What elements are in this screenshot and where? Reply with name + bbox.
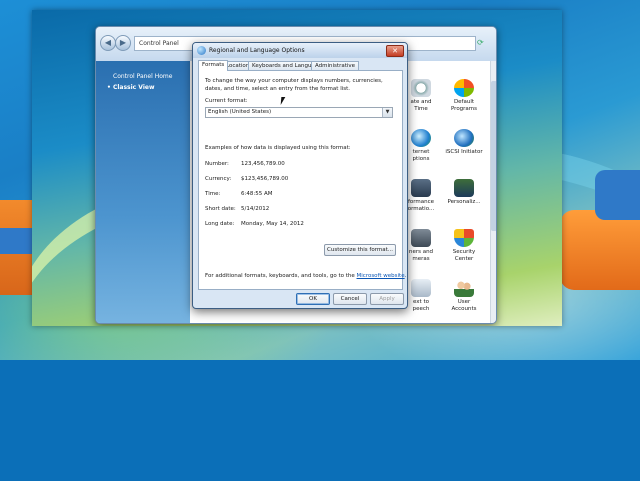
- example-value-number: 123,456,789.00: [241, 161, 285, 167]
- microsoft-website-link[interactable]: Microsoft website: [357, 273, 405, 279]
- wallpaper-chair: [595, 170, 640, 220]
- dialog-titlebar[interactable]: Regional and Language Options ✕: [193, 43, 407, 58]
- format-dropdown[interactable]: English (United States) ▼: [205, 107, 393, 118]
- screen-frame: ◀ ▶ Control Panel ⟳ Control Panel Home •…: [32, 10, 562, 326]
- close-icon: ✕: [392, 47, 398, 55]
- sidebar-item-label: Classic View: [112, 84, 155, 91]
- item-label: Programs: [450, 106, 478, 112]
- additional-info-end: .: [404, 273, 407, 279]
- example-label-long-date: Long date:: [205, 221, 235, 227]
- additional-info-label: For additional formats, keyboards, and t…: [205, 273, 357, 279]
- address-text: Control Panel: [139, 40, 179, 47]
- globe-icon: [197, 46, 206, 55]
- close-button[interactable]: ✕: [386, 45, 404, 57]
- item-label: iSCSI Initiator: [445, 149, 483, 155]
- tab-administrative[interactable]: Administrative: [311, 61, 360, 70]
- cancel-button[interactable]: Cancel: [333, 293, 367, 305]
- item-label: Accounts: [451, 306, 477, 312]
- example-value-short-date: 5/14/2012: [241, 206, 270, 212]
- scrollbar[interactable]: [490, 61, 496, 323]
- chevron-down-icon[interactable]: ▼: [382, 108, 392, 117]
- example-label-time: Time:: [205, 191, 221, 197]
- personalization-icon: [454, 179, 474, 197]
- example-value-long-date: Monday, May 14, 2012: [241, 221, 304, 227]
- forward-button[interactable]: ▶: [115, 35, 131, 51]
- performance-icon: [411, 179, 431, 197]
- mouse-cursor-icon: [280, 97, 286, 105]
- current-format-label: Current format:: [205, 98, 248, 104]
- dialog-title: Regional and Language Options: [209, 47, 305, 54]
- item-label: Security: [452, 249, 476, 255]
- sidebar-item-classic-view[interactable]: • Classic View: [107, 84, 155, 91]
- example-value-time: 6:48:55 AM: [241, 191, 273, 197]
- example-label-currency: Currency:: [205, 176, 232, 182]
- cp-item-default-programs[interactable]: Default Programs: [445, 79, 483, 113]
- default-programs-icon: [454, 79, 474, 97]
- clock-icon: [411, 79, 431, 97]
- example-label-short-date: Short date:: [205, 206, 236, 212]
- item-label: Center: [454, 256, 474, 262]
- iscsi-icon: [454, 129, 474, 147]
- item-label: User: [457, 299, 471, 305]
- regional-language-dialog: Regional and Language Options ✕ Formats …: [192, 42, 408, 309]
- apply-button[interactable]: Apply: [370, 293, 404, 305]
- shield-icon: [454, 229, 474, 247]
- additional-info-text: For additional formats, keyboards, and t…: [205, 273, 406, 279]
- cp-item-user-accounts[interactable]: User Accounts: [445, 279, 483, 313]
- back-button[interactable]: ◀: [100, 35, 116, 51]
- example-label-number: Number:: [205, 161, 229, 167]
- cp-item-iscsi-initiator[interactable]: iSCSI Initiator: [445, 129, 483, 156]
- item-label: peech: [412, 306, 430, 312]
- format-dropdown-value: English (United States): [208, 109, 272, 115]
- customize-format-button[interactable]: Customize this format...: [324, 244, 396, 256]
- formats-tab-panel: To change the way your computer displays…: [198, 70, 406, 290]
- control-panel-sidebar: Control Panel Home • Classic View: [96, 61, 190, 323]
- item-label: Default: [453, 99, 475, 105]
- ok-button[interactable]: OK: [296, 293, 330, 305]
- scrollbar-thumb[interactable]: [491, 81, 496, 231]
- intro-text: To change the way your computer displays…: [205, 78, 383, 92]
- item-label: Personaliz...: [447, 199, 481, 205]
- example-value-currency: $123,456,789.00: [241, 176, 289, 182]
- tab-formats[interactable]: Formats: [198, 60, 229, 71]
- wallpaper-chair: [560, 210, 640, 290]
- users-icon: [454, 279, 474, 297]
- refresh-icon[interactable]: ⟳: [477, 36, 489, 49]
- scanner-icon: [411, 229, 431, 247]
- globe-icon: [411, 129, 431, 147]
- cp-item-security-center[interactable]: Security Center: [445, 229, 483, 263]
- sidebar-link-control-panel-home[interactable]: Control Panel Home: [113, 73, 172, 80]
- tab-strip: Formats Location Keyboards and Languages…: [198, 60, 402, 71]
- cp-item-personalization[interactable]: Personaliz...: [445, 179, 483, 206]
- speech-icon: [411, 279, 431, 297]
- examples-title: Examples of how data is displayed using …: [205, 145, 351, 151]
